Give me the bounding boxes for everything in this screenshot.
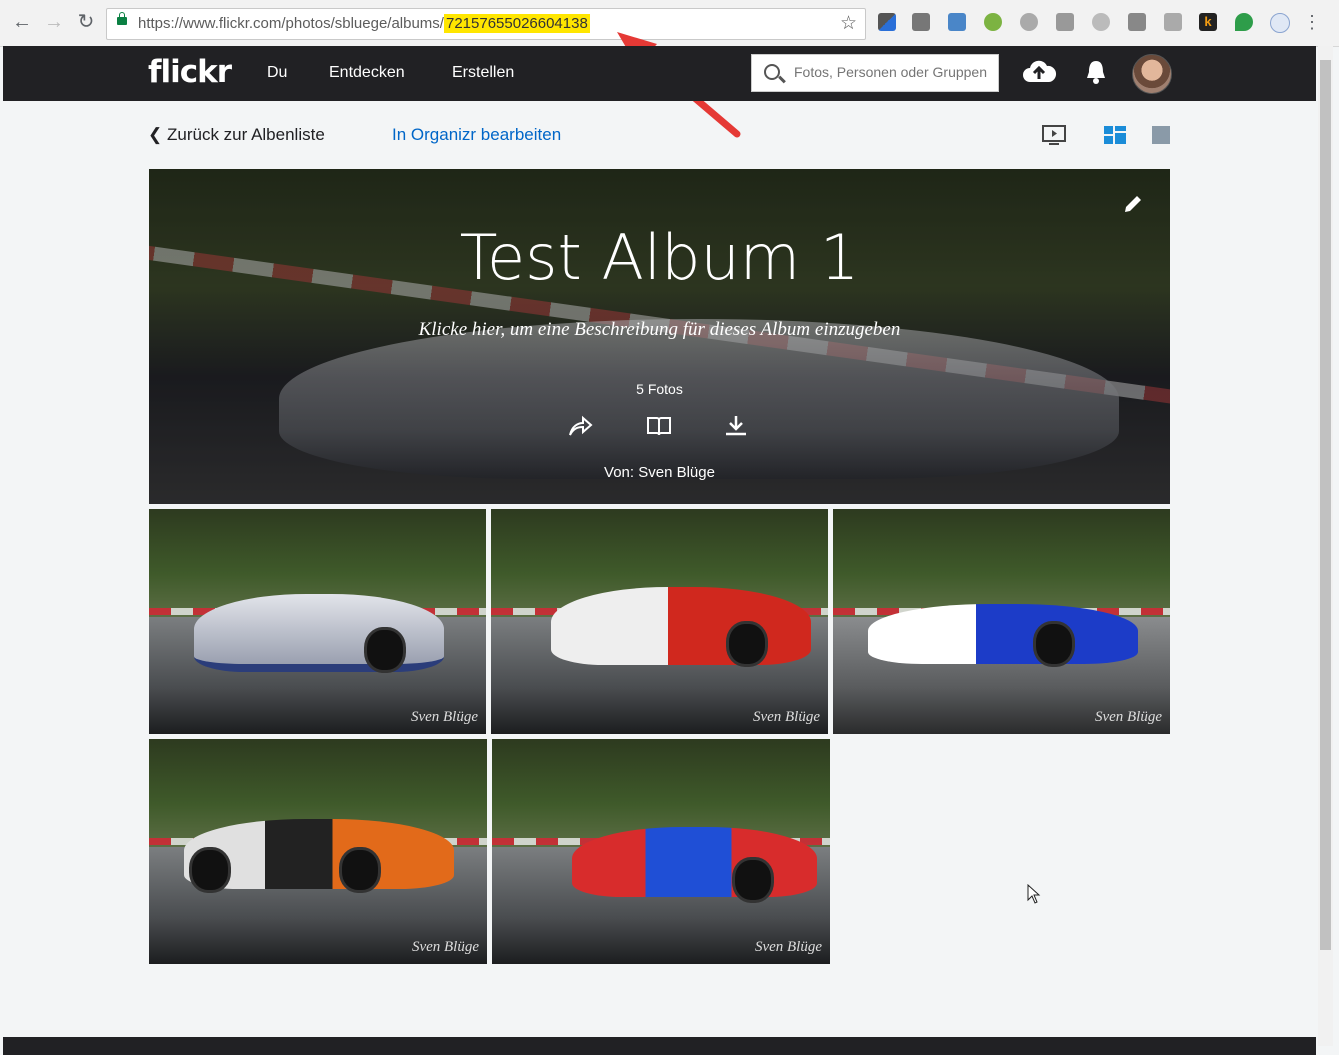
address-bar[interactable]: https://www.flickr.com/photos/sbluege/al… <box>106 8 866 40</box>
download-icon[interactable] <box>723 414 749 438</box>
extension-disk-icon[interactable] <box>1164 13 1182 31</box>
photo-signature: Sven Blüge <box>754 939 822 955</box>
user-avatar[interactable] <box>1132 54 1172 94</box>
race-car-image <box>572 827 817 897</box>
book-icon[interactable] <box>646 414 672 438</box>
nav-erstellen[interactable]: Erstellen <box>452 64 514 82</box>
photo-signature: Sven Blüge <box>752 709 820 725</box>
extension-balloon-icon[interactable] <box>1235 13 1253 31</box>
photo-count: 5 Fotos <box>636 381 683 397</box>
nav-entdecken[interactable]: Entdecken <box>329 64 405 82</box>
extension-k-icon[interactable]: k <box>1199 13 1217 31</box>
share-icon[interactable] <box>567 414 593 438</box>
photo-tile-3[interactable]: Sven Blüge <box>833 509 1170 734</box>
extension-android-icon[interactable] <box>984 13 1002 31</box>
extension-pen-icon[interactable] <box>878 13 896 31</box>
mouse-cursor-icon <box>1027 884 1041 904</box>
forward-arrow-icon[interactable]: → <box>42 10 66 34</box>
extension-d-icon[interactable] <box>1270 13 1290 33</box>
scrollbar-thumb[interactable] <box>1320 60 1331 950</box>
photo-signature: Sven Blüge <box>410 709 478 725</box>
nav-du[interactable]: Du <box>267 64 287 82</box>
race-car-image <box>194 594 444 672</box>
page-footer <box>3 1037 1316 1055</box>
url-text: https://www.flickr.com/photos/sbluege/al… <box>138 14 590 33</box>
grid-view-icon[interactable] <box>1103 124 1127 146</box>
extension-gear-icon[interactable] <box>1020 13 1038 31</box>
flickr-logo[interactable]: flickr <box>148 54 232 90</box>
extension-blue-icon[interactable] <box>948 13 966 31</box>
bookmark-star-icon[interactable]: ☆ <box>840 12 857 35</box>
upload-cloud-icon[interactable] <box>1021 58 1057 86</box>
url-album-id: 72157655026604138 <box>443 14 590 33</box>
photo-tile-1[interactable]: Sven Blüge <box>149 509 486 734</box>
search-icon <box>764 64 780 80</box>
url-prefix: https://www.flickr.com/photos/sbluege/al… <box>138 15 444 32</box>
album-title[interactable]: Test Album 1 <box>149 221 1170 294</box>
slideshow-icon[interactable] <box>1042 124 1066 146</box>
album-cover[interactable]: Test Album 1 Klicke hier, um eine Beschr… <box>149 169 1170 504</box>
notifications-bell-icon[interactable] <box>1085 58 1107 86</box>
edit-pencil-icon[interactable] <box>1122 193 1144 215</box>
lock-icon <box>117 12 127 25</box>
race-car-image <box>551 587 811 665</box>
album-author[interactable]: Von: Sven Blüge <box>149 464 1170 481</box>
reload-icon[interactable]: ↻ <box>74 10 98 34</box>
back-to-albums-link[interactable]: ❮ Zurück zur Albenliste <box>148 125 325 145</box>
extension-pulse-icon[interactable] <box>1128 13 1146 31</box>
extension-wrench-icon[interactable] <box>912 13 930 31</box>
back-to-albums-label: Zurück zur Albenliste <box>166 125 325 144</box>
photo-tile-2[interactable]: Sven Blüge <box>491 509 828 734</box>
back-arrow-icon[interactable]: ← <box>10 10 34 34</box>
single-view-icon[interactable] <box>1150 124 1174 146</box>
chevron-left-icon: ❮ <box>148 125 163 144</box>
extension-doc-icon[interactable] <box>1056 13 1074 31</box>
search-input[interactable] <box>792 63 996 81</box>
search-box[interactable] <box>751 54 999 92</box>
photo-tile-5[interactable]: Sven Blüge <box>492 739 830 964</box>
photo-signature: Sven Blüge <box>411 939 479 955</box>
browser-menu-icon[interactable]: ⋮ <box>1303 12 1321 33</box>
album-description[interactable]: Klicke hier, um eine Beschreibung für di… <box>149 319 1170 341</box>
photo-signature: Sven Blüge <box>1094 709 1162 725</box>
extension-cloud-icon[interactable] <box>1092 13 1110 31</box>
photo-tile-4[interactable]: Sven Blüge <box>149 739 487 964</box>
flickr-header: flickr Du Entdecken Erstellen <box>3 46 1316 101</box>
edit-in-organizr-link[interactable]: In Organizr bearbeiten <box>392 125 561 145</box>
race-car-image <box>868 604 1138 664</box>
